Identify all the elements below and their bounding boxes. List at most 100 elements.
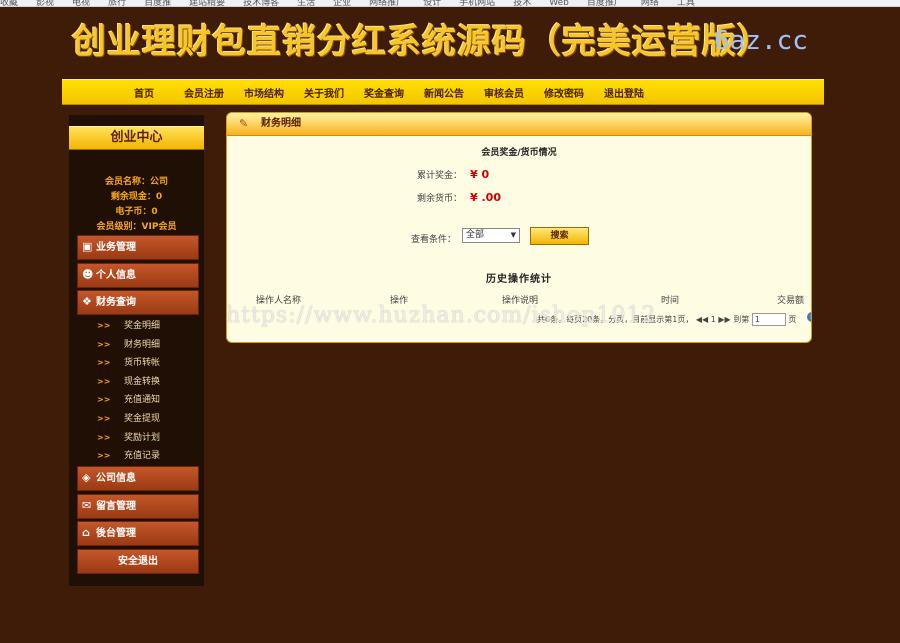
pager-goto: 到第 bbox=[733, 315, 750, 324]
filter-select[interactable]: 全部 ▼ bbox=[462, 228, 520, 243]
submenu-label: 货币转帐 bbox=[124, 358, 161, 369]
bookmark-item[interactable]: 百度推广 bbox=[587, 0, 623, 6]
coins-icon: ◈ bbox=[82, 471, 91, 484]
menu-personal-label: 个人信息 bbox=[96, 270, 136, 281]
bookmark-item[interactable]: 技术博客 bbox=[243, 0, 279, 6]
nav-bonus-query[interactable]: 奖金查询 bbox=[354, 85, 414, 100]
go-icon[interactable]: » bbox=[807, 312, 811, 322]
nav-home[interactable]: 首页 bbox=[114, 85, 174, 100]
bookmark-item[interactable]: 旅行 bbox=[108, 0, 126, 6]
pen-icon: ✎ bbox=[239, 117, 249, 130]
menu-company-label: 公司信息 bbox=[96, 473, 136, 484]
nav-market-structure[interactable]: 市场结构 bbox=[234, 85, 294, 100]
bookmark-item[interactable]: 影视 bbox=[36, 0, 54, 6]
nav-change-password[interactable]: 修改密码 bbox=[534, 85, 594, 100]
member-level: 会员级别：VIP会员 bbox=[96, 222, 177, 232]
bookmark-item[interactable]: 电视 bbox=[72, 0, 90, 6]
double-arrow-icon: >> bbox=[97, 451, 111, 461]
search-button[interactable]: 搜索 bbox=[530, 227, 589, 245]
bookmark-item[interactable]: 收藏 bbox=[0, 0, 18, 6]
submenu-label: 奖励计划 bbox=[124, 432, 161, 443]
menu-business-label: 业务管理 bbox=[96, 242, 136, 253]
bookmark-item[interactable]: 手机网站 bbox=[459, 0, 495, 6]
menu-finance[interactable]: ❖ 财务查询 bbox=[77, 290, 199, 315]
bookmark-item[interactable]: 工具 bbox=[677, 0, 695, 6]
nav-register[interactable]: 会员注册 bbox=[174, 85, 234, 100]
submenu-label: 财务明细 bbox=[124, 339, 161, 350]
member-info: 会员名称：公司 剩余现金：0 电子币：0 会员级别：VIP会员 bbox=[69, 175, 204, 235]
col-time: 时间 bbox=[661, 296, 680, 306]
menu-message[interactable]: ✉ 留言管理 bbox=[77, 494, 199, 519]
menu-backend[interactable]: ⌂ 後台管理 bbox=[77, 521, 199, 546]
pager-current: 1 bbox=[710, 315, 716, 324]
last-page-icon[interactable]: ▶▶ bbox=[718, 315, 730, 324]
member-cash: 剩余现金：0 bbox=[110, 192, 163, 202]
finance-submenu: >> 奖金明细 >> 财务明细 >> 货币转帐 >> 现金转换 >> 充值通知 >> 奖金提… bbox=[69, 317, 204, 466]
person-icon: ☻ bbox=[82, 268, 94, 281]
page-input[interactable]: 1 bbox=[751, 313, 786, 326]
bookmark-item[interactable]: 网络 bbox=[641, 0, 659, 6]
submenu-recharge-records[interactable]: >> 充值记录 bbox=[69, 447, 204, 466]
bookmark-item[interactable]: 网络推广 bbox=[369, 0, 405, 6]
history-title: 历史操作统计 bbox=[486, 274, 552, 285]
filter-select-value: 全部 bbox=[466, 230, 485, 240]
bookmark-item[interactable]: 技术 bbox=[513, 0, 531, 6]
member-name: 会员名称：公司 bbox=[104, 177, 168, 187]
total-bonus-label: 累计奖金： bbox=[417, 171, 463, 181]
submenu-label: 奖金提现 bbox=[124, 413, 161, 424]
sidebar: 创业中心 会员名称：公司 剩余现金：0 电子币：0 会员级别：VIP会员 ▣ 业… bbox=[69, 115, 204, 586]
submenu-recharge-notice[interactable]: >> 充值通知 bbox=[69, 391, 204, 410]
double-arrow-icon: >> bbox=[97, 321, 111, 330]
double-arrow-icon: >> bbox=[97, 358, 111, 368]
submenu-label: 充值通知 bbox=[124, 395, 161, 406]
submenu-label: 充值记录 bbox=[124, 451, 161, 462]
menu-message-label: 留言管理 bbox=[96, 501, 136, 512]
balance-label: 剩余货币： bbox=[417, 194, 463, 204]
banner-site: 6az.cc bbox=[714, 26, 808, 56]
submenu-label: 现金转换 bbox=[124, 376, 161, 387]
nav-about[interactable]: 关于我们 bbox=[294, 85, 354, 100]
double-arrow-icon: >> bbox=[97, 395, 111, 405]
panel-title: 财务明细 bbox=[261, 118, 301, 129]
double-arrow-icon: >> bbox=[97, 339, 111, 349]
panel-subtitle: 会员奖金/货币情况 bbox=[481, 148, 557, 158]
submenu-cash-convert[interactable]: >> 现金转换 bbox=[69, 373, 204, 392]
balance-row: 剩余货币： ¥ .00 bbox=[417, 191, 501, 204]
bookmarks-bar: 收藏 影视 电视 旅行 百度推 建站精要 技术博客 生活 企业 网络推广 设计 手机网站 技术 Web 百度… bbox=[0, 0, 900, 7]
bookmark-item[interactable]: 建站精要 bbox=[189, 0, 225, 6]
bookmark-item[interactable]: 设计 bbox=[423, 0, 441, 6]
briefcase-icon: ▣ bbox=[82, 240, 93, 253]
col-amount: 交易额 bbox=[777, 296, 805, 306]
nav-logout[interactable]: 退出登陆 bbox=[594, 85, 654, 100]
submenu-currency-transfer[interactable]: >> 货币转帐 bbox=[69, 354, 204, 373]
menu-finance-label: 财务查询 bbox=[96, 297, 136, 308]
balance-value: ¥ .00 bbox=[470, 191, 501, 204]
home-icon: ⌂ bbox=[82, 526, 90, 539]
submenu-bonus-detail[interactable]: >> 奖金明细 bbox=[69, 317, 204, 336]
menu-personal[interactable]: ☻ 个人信息 bbox=[77, 263, 199, 288]
first-page-icon[interactable]: ◀◀ bbox=[696, 315, 708, 324]
caret-down-icon: ▼ bbox=[510, 231, 516, 239]
sidebar-header: 创业中心 bbox=[69, 126, 204, 150]
bookmark-item[interactable]: 生活 bbox=[297, 0, 315, 6]
nav-news[interactable]: 新闻公告 bbox=[414, 85, 474, 100]
logout-button[interactable]: 安全退出 bbox=[77, 549, 199, 574]
submenu-reward-plan[interactable]: >> 奖励计划 bbox=[69, 429, 204, 448]
double-arrow-icon: >> bbox=[97, 413, 111, 423]
top-nav: 首页 会员注册 市场结构 关于我们 奖金查询 新闻公告 审核会员 修改密码 退出… bbox=[62, 79, 824, 105]
menu-business[interactable]: ▣ 业务管理 bbox=[77, 235, 199, 260]
banner-title: 创业理财包直销分红系统源码（完美运营版） bbox=[72, 22, 772, 62]
total-bonus-value: ¥ 0 bbox=[470, 168, 490, 181]
bookmark-item[interactable]: Web bbox=[549, 0, 569, 6]
total-bonus-row: 累计奖金： ¥ 0 bbox=[417, 168, 489, 181]
bookmark-item[interactable]: 百度推 bbox=[144, 0, 171, 6]
menu-backend-label: 後台管理 bbox=[96, 528, 136, 539]
submenu-bonus-withdraw[interactable]: >> 奖金提现 bbox=[69, 410, 204, 429]
message-icon: ✉ bbox=[82, 499, 92, 512]
panel-header: ✎ 财务明细 bbox=[227, 113, 811, 136]
nav-review-members[interactable]: 审核会员 bbox=[474, 85, 534, 100]
bookmark-item[interactable]: 企业 bbox=[333, 0, 351, 6]
submenu-finance-detail[interactable]: >> 财务明细 bbox=[69, 336, 204, 355]
member-ecoin: 电子币：0 bbox=[115, 207, 158, 217]
menu-company[interactable]: ◈ 公司信息 bbox=[77, 466, 199, 491]
